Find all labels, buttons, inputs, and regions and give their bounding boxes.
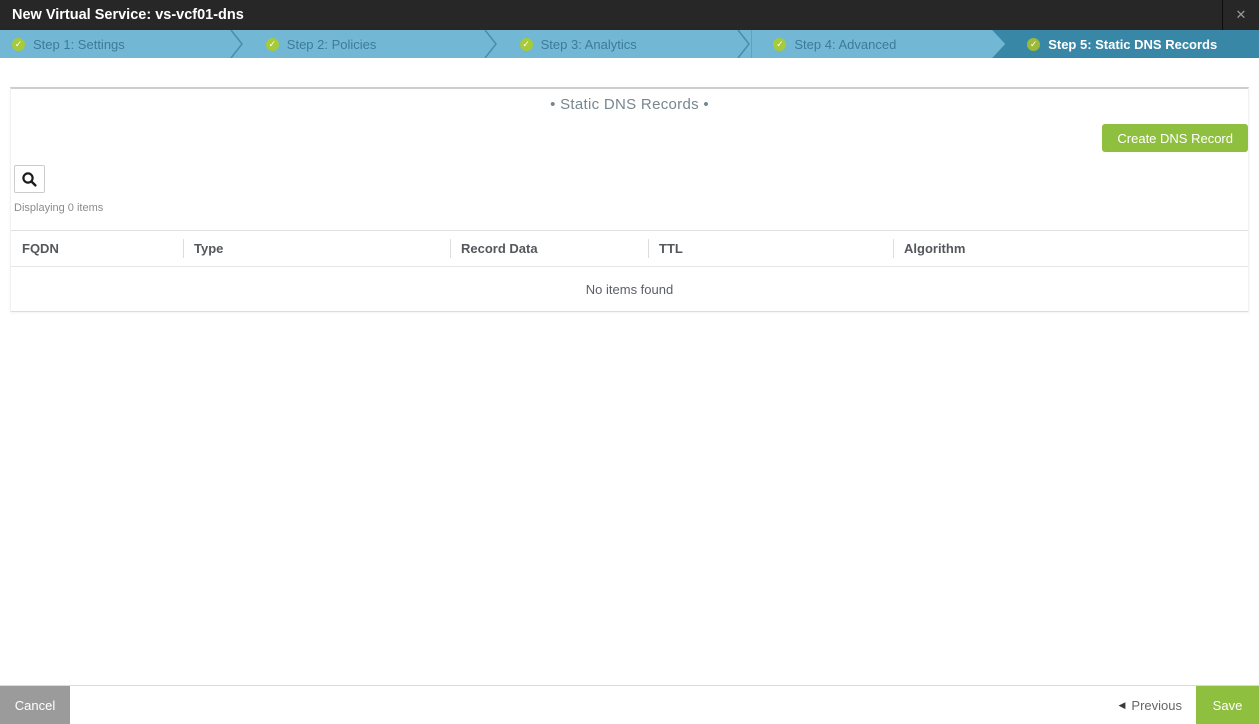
footer-spacer [70, 686, 1119, 724]
step-1-settings[interactable]: ✓ Step 1: Settings [0, 30, 244, 58]
displaying-count-text: Displaying 0 items [14, 202, 104, 214]
step-complete-icon: ✓ [12, 37, 25, 51]
step-3-analytics[interactable]: ✓ Step 3: Analytics [497, 30, 752, 58]
step-complete-icon: ✓ [773, 38, 786, 51]
no-items-found-text: No items found [11, 266, 1248, 312]
wizard-step-bar: ✓ Step 1: Settings ✓ Step 2: Policies ✓ … [0, 30, 1259, 58]
previous-button[interactable]: ◀ Previous [1119, 686, 1183, 724]
table-header-row: FQDN Type Record Data TTL Algorithm [11, 230, 1248, 267]
table-empty-row: No items found [11, 266, 1248, 312]
column-header-record-data[interactable]: Record Data [450, 231, 648, 267]
save-button[interactable]: Save [1196, 686, 1259, 724]
step-complete-icon: ✓ [519, 37, 533, 51]
previous-arrow-icon: ◀ [1118, 699, 1126, 710]
create-button-row: Create DNS Record [11, 124, 1248, 152]
close-button[interactable]: ✕ [1222, 0, 1259, 30]
step-complete-icon: ✓ [1027, 37, 1041, 51]
column-header-algorithm[interactable]: Algorithm [893, 231, 1248, 267]
search-button[interactable] [14, 165, 45, 193]
column-header-ttl[interactable]: TTL [648, 231, 893, 267]
modal-titlebar: New Virtual Service: vs-vcf01-dns ✕ [0, 0, 1259, 30]
step-label: Step 4: Advanced [794, 36, 897, 52]
step-4-advanced[interactable]: ✓ Step 4: Advanced [751, 30, 1005, 58]
wizard-step-content: • Static DNS Records • Create DNS Record… [0, 58, 1259, 685]
step-2-policies[interactable]: ✓ Step 2: Policies [243, 30, 498, 58]
step-separator-chevron [484, 30, 497, 58]
step-separator-chevron [230, 30, 243, 58]
step-label: Step 1: Settings [33, 36, 125, 52]
static-dns-records-panel: • Static DNS Records • Create DNS Record… [10, 87, 1249, 312]
wizard-footer: Cancel ◀ Previous Save [0, 685, 1259, 724]
step-label: Step 5: Static DNS Records [1048, 36, 1218, 52]
previous-label: Previous [1131, 697, 1182, 713]
step-5-static-dns-records[interactable]: ✓ Step 5: Static DNS Records [1005, 30, 1259, 58]
create-dns-record-button[interactable]: Create DNS Record [1102, 124, 1248, 152]
step-label: Step 3: Analytics [540, 36, 637, 52]
column-header-fqdn[interactable]: FQDN [11, 231, 183, 267]
search-icon [22, 171, 37, 187]
step-complete-icon: ✓ [265, 37, 279, 51]
dns-records-table: FQDN Type Record Data TTL Algorithm No i… [11, 230, 1248, 312]
section-title: • Static DNS Records • [550, 96, 709, 113]
modal-title: New Virtual Service: vs-vcf01-dns [12, 7, 244, 23]
step-label: Step 2: Policies [286, 36, 377, 52]
close-icon: ✕ [1235, 7, 1247, 22]
cancel-button[interactable]: Cancel [0, 686, 70, 724]
column-header-type[interactable]: Type [183, 231, 450, 267]
step-separator-chevron [737, 30, 751, 58]
